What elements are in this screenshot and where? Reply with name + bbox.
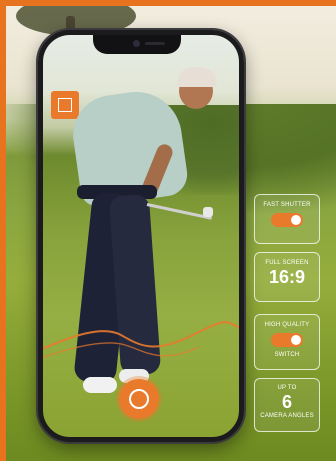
swing-trace xyxy=(43,321,239,359)
feature-full-screen: FULL SCREEN 16:9 xyxy=(254,252,320,302)
aspect-ratio-value: 16:9 xyxy=(268,267,306,287)
phone-mockup xyxy=(38,30,244,442)
feature-camera-angles: UP TO 6 CAMERA ANGLES xyxy=(254,378,320,432)
feature-label: UP TO xyxy=(277,385,297,391)
feature-label: HIGH QUALITY xyxy=(264,322,310,328)
camera-angles-value: 6 xyxy=(281,392,292,412)
feature-high-quality: HIGH QUALITY SWITCH xyxy=(254,314,320,370)
high-quality-toggle[interactable] xyxy=(271,333,303,347)
shutter-button-icon[interactable] xyxy=(119,379,159,419)
feature-label: FAST SHUTTER xyxy=(263,202,311,208)
feature-fast-shutter: FAST SHUTTER xyxy=(254,194,320,244)
feature-sublabel: SWITCH xyxy=(274,352,300,358)
feature-sublabel: CAMERA ANGLES xyxy=(260,413,314,419)
feature-label: FULL SCREEN xyxy=(265,260,309,266)
fast-shutter-toggle[interactable] xyxy=(271,213,303,227)
